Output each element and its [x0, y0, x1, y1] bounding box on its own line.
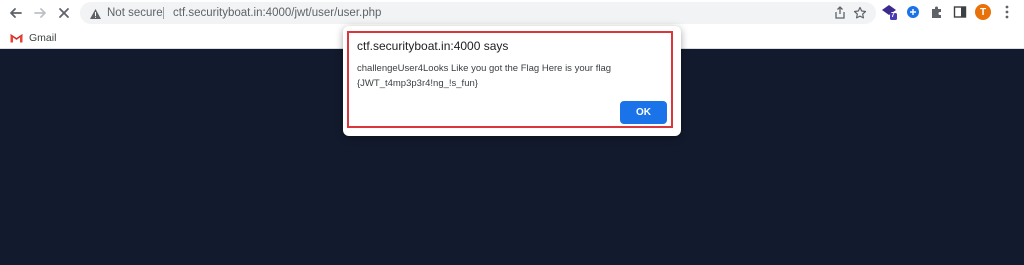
address-separator — [163, 7, 164, 19]
forward-arrow-icon — [34, 8, 46, 18]
url-text[interactable]: ctf.securityboat.in:4000/jwt/user/user.p… — [173, 6, 381, 20]
back-button[interactable] — [5, 2, 27, 24]
back-arrow-icon — [10, 8, 22, 18]
menu-kebab-icon[interactable] — [998, 3, 1016, 21]
alert-dialog: ctf.securityboat.in:4000 says challengeU… — [343, 26, 681, 136]
browser-toolbar: Not secure ctf.securityboat.in:4000/jwt/… — [0, 0, 1024, 27]
extensions-puzzle-icon[interactable] — [928, 3, 946, 21]
share-icon[interactable] — [832, 5, 848, 21]
extension-blue-icon[interactable] — [904, 3, 922, 21]
security-label[interactable]: Not secure — [107, 6, 163, 20]
avatar-initial: T — [975, 4, 991, 20]
stop-loading-button[interactable] — [53, 2, 75, 24]
profile-avatar[interactable]: T — [974, 3, 992, 21]
extension-badge-count: 7 — [891, 12, 895, 19]
warning-icon[interactable] — [89, 7, 102, 25]
bookmark-star-icon[interactable] — [852, 5, 868, 21]
close-icon — [59, 8, 69, 18]
bookmark-label: Gmail — [29, 32, 57, 44]
dialog-title: ctf.securityboat.in:4000 says — [357, 39, 509, 53]
address-bar[interactable]: Not secure ctf.securityboat.in:4000/jwt/… — [80, 2, 876, 24]
bookmark-gmail[interactable]: Gmail — [10, 30, 56, 46]
extension-badge-icon[interactable]: 7 — [880, 3, 898, 21]
dialog-message: challengeUser4Looks Like you got the Fla… — [357, 61, 657, 91]
dialog-message-line-2: {JWT_t4mp3p3r4!ng_!s_fun} — [357, 78, 478, 89]
ok-button[interactable]: OK — [620, 101, 667, 124]
gmail-icon — [10, 34, 23, 43]
dialog-message-line-1: challengeUser4Looks Like you got the Fla… — [357, 63, 612, 74]
forward-button[interactable] — [29, 2, 51, 24]
side-panel-icon[interactable] — [951, 3, 969, 21]
